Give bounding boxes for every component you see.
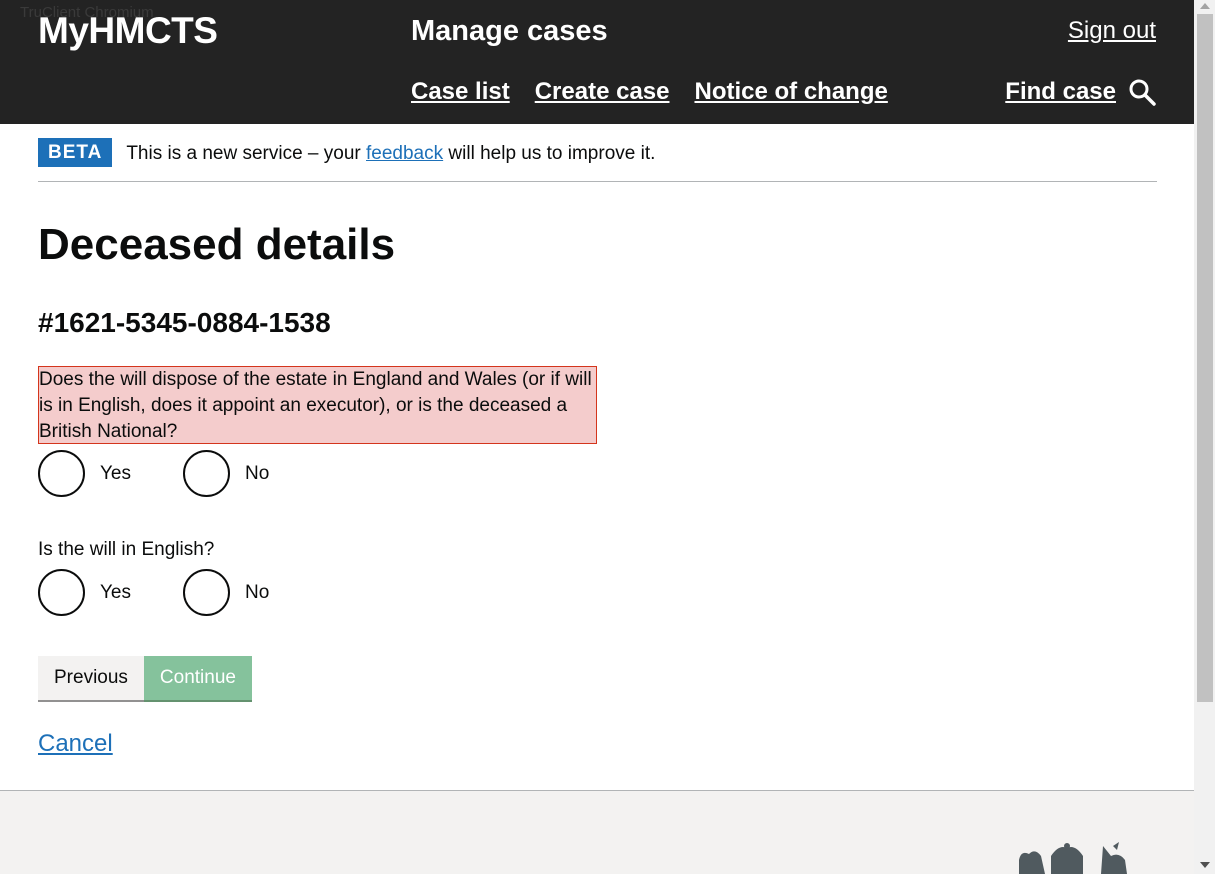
page-scrollbar[interactable] [1194, 0, 1215, 874]
phase-banner: BETA This is a new service – your feedba… [38, 138, 1157, 182]
radio-will-dispose-no[interactable]: No [183, 450, 328, 497]
phase-banner-text-start: This is a new service – your [126, 143, 367, 164]
find-case-link[interactable]: Find case [1005, 78, 1116, 106]
scrollbar-thumb[interactable] [1197, 14, 1213, 702]
radio-will-english-no[interactable]: No [183, 569, 328, 616]
brand-logo[interactable]: MyHMCTS [38, 10, 218, 52]
radio-button[interactable] [183, 450, 230, 497]
radio-label[interactable]: No [245, 582, 269, 604]
scroll-down-arrow-icon[interactable] [1200, 862, 1210, 868]
cancel-link[interactable]: Cancel [38, 730, 113, 758]
previous-button[interactable]: Previous [38, 656, 144, 700]
radio-button[interactable] [183, 569, 230, 616]
case-reference: #1621-5345-0884-1538 [38, 307, 331, 338]
royal-crest-icon [1019, 842, 1127, 874]
search-icon[interactable] [1128, 78, 1156, 106]
sign-out-link[interactable]: Sign out [1068, 17, 1156, 45]
continue-button[interactable]: Continue [143, 656, 252, 700]
feedback-link[interactable]: feedback [366, 143, 443, 164]
radio-will-english-yes[interactable]: Yes [38, 569, 183, 616]
radio-group-will-english: Yes No [38, 569, 328, 616]
radio-label[interactable]: Yes [100, 463, 131, 485]
find-case[interactable]: Find case [1005, 78, 1156, 106]
nav-case-list[interactable]: Case list [411, 78, 510, 106]
phase-banner-text-end: will help us to improve it. [443, 143, 656, 164]
radio-button[interactable] [38, 569, 85, 616]
radio-will-dispose-yes[interactable]: Yes [38, 450, 183, 497]
radio-button[interactable] [38, 450, 85, 497]
radio-group-will-dispose: Yes No [38, 450, 328, 497]
nav-create-case[interactable]: Create case [535, 78, 670, 106]
phase-banner-text: This is a new service – your feedback wi… [126, 143, 655, 165]
question-will-english-label: Is the will in English? [38, 539, 215, 560]
question-will-dispose-label: Does the will dispose of the estate in E… [38, 366, 597, 444]
nav-notice-of-change[interactable]: Notice of change [694, 78, 887, 106]
page-title: Deceased details [38, 220, 396, 269]
service-name[interactable]: Manage cases [411, 15, 608, 48]
radio-label[interactable]: No [245, 463, 269, 485]
primary-nav: Case list Create case Notice of change [411, 78, 888, 106]
scroll-up-arrow-icon[interactable] [1200, 3, 1210, 9]
site-header: TruClient Chromium MyHMCTS Manage cases … [0, 0, 1194, 124]
form-actions: Previous Continue [38, 656, 252, 700]
radio-label[interactable]: Yes [100, 582, 131, 604]
beta-tag: BETA [38, 138, 113, 167]
